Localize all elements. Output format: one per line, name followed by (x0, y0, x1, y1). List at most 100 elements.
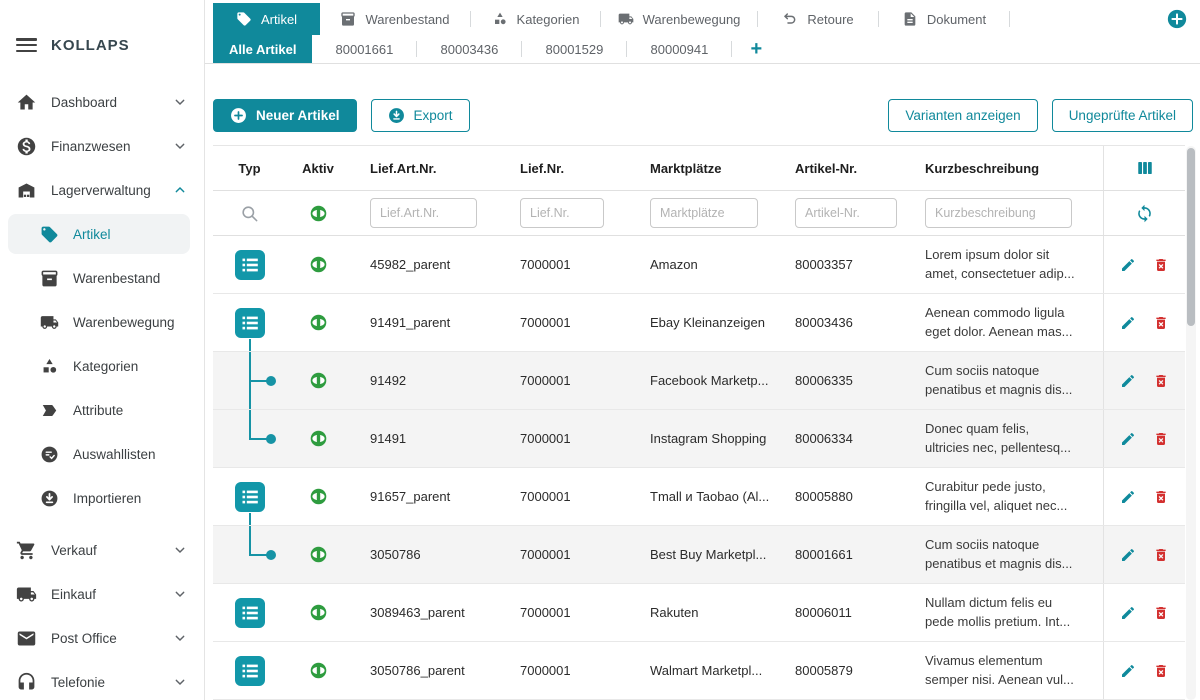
active-filter-icon[interactable] (310, 205, 327, 222)
delete-icon[interactable] (1153, 373, 1169, 389)
subtab-article[interactable]: 80000941 (627, 35, 731, 63)
cell-lief-art-nr: 3089463_parent (350, 584, 500, 641)
filter-lief-art-nr-input[interactable] (370, 198, 477, 228)
tab-retoure[interactable]: Retoure (758, 3, 878, 35)
article-type-parent-icon[interactable] (235, 482, 265, 512)
edit-icon[interactable] (1120, 605, 1136, 621)
tab-dokument[interactable]: Dokument (879, 3, 1009, 35)
tab-warenbewegung[interactable]: Warenbewegung (601, 3, 757, 35)
active-status-icon (310, 256, 327, 273)
article-type-parent-icon[interactable] (235, 308, 265, 338)
label-arrow-icon (40, 401, 59, 420)
filter-marktplaetze-input[interactable] (650, 198, 758, 228)
add-tab-icon[interactable] (1167, 9, 1187, 29)
sidebar-item-post-office[interactable]: Post Office (0, 616, 204, 660)
sidebar-item-warenbestand[interactable]: Warenbestand (0, 256, 204, 300)
show-variants-button[interactable]: Varianten anzeigen (888, 99, 1037, 132)
cell-lief-art-nr: 91491 (350, 410, 500, 467)
new-article-button[interactable]: Neuer Artikel (213, 99, 357, 132)
tab-kategorien[interactable]: Kategorien (471, 3, 600, 35)
columns-settings-icon[interactable] (1135, 159, 1155, 177)
cell-lief-art-nr: 91491_parent (350, 294, 500, 351)
export-button[interactable]: Export (371, 99, 470, 132)
unverified-articles-button[interactable]: Ungeprüfte Artikel (1052, 99, 1193, 132)
delete-icon[interactable] (1153, 257, 1169, 273)
cell-kurzbeschreibung: Vivamus elementum semper nisi. Aenean vu… (905, 642, 1103, 699)
edit-icon[interactable] (1120, 373, 1136, 389)
column-header-lief-nr: Lief.Nr. (500, 146, 630, 190)
edit-icon[interactable] (1120, 257, 1136, 273)
edit-icon[interactable] (1120, 489, 1136, 505)
filter-artikel-nr-input[interactable] (795, 198, 897, 228)
plus-circle-icon (230, 107, 247, 124)
menu-icon[interactable] (16, 38, 37, 52)
filter-kurzbeschreibung-input[interactable] (925, 198, 1072, 228)
mail-icon (16, 628, 37, 649)
cell-lief-nr: 7000001 (500, 526, 630, 583)
subtab-alle-artikel[interactable]: Alle Artikel (213, 35, 312, 63)
edit-icon[interactable] (1120, 663, 1136, 679)
sidebar-item-einkauf[interactable]: Einkauf (0, 572, 204, 616)
subtab-article[interactable]: 80003436 (417, 35, 521, 63)
scrollbar-thumb[interactable] (1187, 148, 1195, 326)
delivery-truck-icon (16, 584, 37, 605)
cell-marktplatz: Facebook Marketp... (630, 352, 775, 409)
truck-icon (618, 11, 634, 27)
headset-icon (16, 672, 37, 693)
cell-kurzbeschreibung: Aenean commodo ligula eget dolor. Aenean… (905, 294, 1103, 351)
edit-icon[interactable] (1120, 315, 1136, 331)
sidebar-item-lagerverwaltung[interactable]: Lagerverwaltung (0, 168, 204, 212)
sidebar-item-auswahllisten[interactable]: Auswahllisten (0, 432, 204, 476)
table-row: 45982_parent 7000001 Amazon 80003357 Lor… (213, 236, 1185, 294)
delete-icon[interactable] (1153, 489, 1169, 505)
download-circle-icon (388, 107, 405, 124)
cell-lief-art-nr: 3050786_parent (350, 642, 500, 699)
tab-warenbestand[interactable]: Warenbestand (320, 3, 470, 35)
cell-artikel-nr: 80006335 (775, 352, 905, 409)
cell-artikel-nr: 80006011 (775, 584, 905, 641)
chevron-down-icon (172, 94, 188, 110)
article-type-parent-icon[interactable] (235, 250, 265, 280)
main-area: Artikel Warenbestand Kategorien Warenbew… (205, 0, 1200, 700)
active-status-icon (310, 662, 327, 679)
sidebar-item-warenbewegung[interactable]: Warenbewegung (0, 300, 204, 344)
cell-artikel-nr: 80006334 (775, 410, 905, 467)
delete-icon[interactable] (1153, 431, 1169, 447)
table-row: 91492 7000001 Facebook Marketp... 800063… (213, 352, 1185, 410)
filter-lief-nr-input[interactable] (520, 198, 604, 228)
sidebar-item-telefonie[interactable]: Telefonie (0, 660, 204, 700)
sidebar-item-dashboard[interactable]: Dashboard (0, 80, 204, 124)
cell-lief-art-nr: 45982_parent (350, 236, 500, 293)
cell-marktplatz: Best Buy Marketpl... (630, 526, 775, 583)
sidebar-item-attribute[interactable]: Attribute (0, 388, 204, 432)
column-header-typ: Typ (213, 146, 286, 190)
cart-icon (16, 540, 37, 561)
sidebar-item-kategorien[interactable]: Kategorien (0, 344, 204, 388)
delete-icon[interactable] (1153, 547, 1169, 563)
chevron-down-icon (172, 586, 188, 602)
search-icon[interactable] (240, 204, 259, 223)
delete-icon[interactable] (1153, 663, 1169, 679)
edit-icon[interactable] (1120, 547, 1136, 563)
dollar-icon (16, 136, 37, 157)
edit-icon[interactable] (1120, 431, 1136, 447)
cell-marktplatz: Amazon (630, 236, 775, 293)
inventory-box-icon (340, 11, 356, 27)
subtab-article[interactable]: 80001661 (312, 35, 416, 63)
cell-kurzbeschreibung: Lorem ipsum dolor sit amet, consectetuer… (905, 236, 1103, 293)
sidebar-item-importieren[interactable]: Importieren (0, 476, 204, 520)
sidebar-item-verkauf[interactable]: Verkauf (0, 528, 204, 572)
article-type-parent-icon[interactable] (235, 598, 265, 628)
tab-artikel[interactable]: Artikel (213, 3, 320, 35)
sidebar-item-finanzwesen[interactable]: Finanzwesen (0, 124, 204, 168)
sidebar-item-artikel[interactable]: Artikel (0, 212, 204, 256)
add-article-tab-icon[interactable]: + (750, 39, 762, 59)
cell-lief-art-nr: 91492 (350, 352, 500, 409)
column-header-aktiv: Aktiv (286, 146, 350, 190)
delete-icon[interactable] (1153, 315, 1169, 331)
refresh-icon[interactable] (1135, 204, 1154, 223)
article-type-parent-icon[interactable] (235, 656, 265, 686)
subtab-article[interactable]: 80001529 (522, 35, 626, 63)
app-window: KOLLAPS Dashboard Finanzwesen Lagerverwa… (0, 0, 1200, 700)
delete-icon[interactable] (1153, 605, 1169, 621)
